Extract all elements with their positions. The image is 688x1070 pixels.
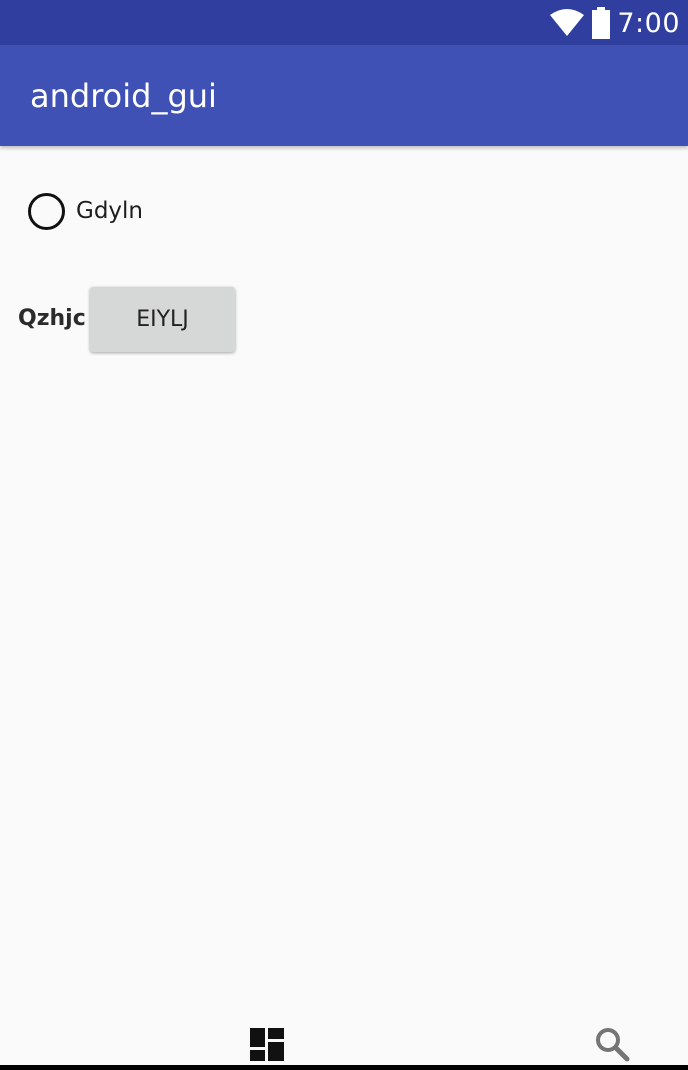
status-bar: 7:00 [0,0,688,45]
dashboard-icon[interactable] [250,1028,284,1061]
wifi-icon [550,9,585,36]
action-button[interactable]: EIYLJ [90,287,235,352]
radio-option[interactable]: Gdyln [28,192,143,230]
bottom-edge [0,1065,688,1070]
radio-button-icon[interactable] [28,192,65,230]
app-bar: android_gui [0,45,688,146]
radio-label: Gdyln [76,198,144,224]
status-icons: 7:00 [549,6,680,40]
status-time: 7:00 [617,7,680,39]
app-title: android_gui [30,77,217,115]
search-icon[interactable] [594,1026,630,1062]
bottom-bar [0,1010,688,1070]
battery-icon [592,7,611,39]
form-label: Qzhjc [18,306,86,331]
